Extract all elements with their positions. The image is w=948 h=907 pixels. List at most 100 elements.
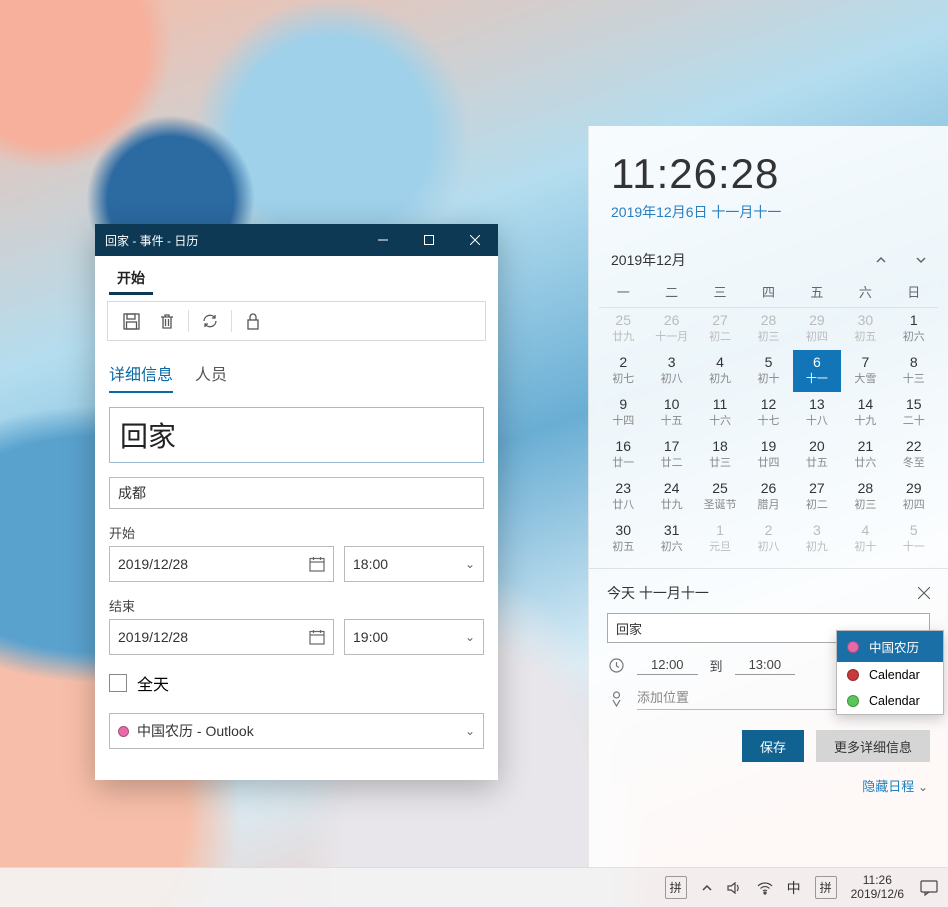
calendar-day[interactable]: 4初十 [841, 518, 889, 560]
save-icon[interactable] [114, 304, 148, 338]
close-button[interactable] [452, 224, 498, 256]
calendar-day[interactable]: 6十一 [793, 350, 841, 392]
tray-overflow-button[interactable] [701, 882, 713, 894]
toolbar [107, 301, 486, 341]
calendar-day[interactable]: 5十一 [890, 518, 938, 560]
wifi-icon[interactable] [757, 881, 773, 895]
calendar-day[interactable]: 31初六 [647, 518, 695, 560]
calendar-day[interactable]: 1元旦 [696, 518, 744, 560]
ime-indicator[interactable]: 拼 [665, 876, 687, 899]
calendar-day[interactable]: 26腊月 [744, 476, 792, 518]
calendar-day[interactable]: 11十六 [696, 392, 744, 434]
weekday-label: 一 [599, 282, 647, 301]
calendar-day[interactable]: 8十三 [890, 350, 938, 392]
calendar-day[interactable]: 16廿一 [599, 434, 647, 476]
calendar-menu-item[interactable]: Calendar [837, 662, 943, 688]
flyout-time: 11:26:28 [589, 126, 948, 198]
calendar-day[interactable]: 2初八 [744, 518, 792, 560]
calendar-day[interactable]: 29初四 [890, 476, 938, 518]
flyout-date[interactable]: 2019年12月6日 十一月十一 [589, 198, 948, 222]
refresh-icon[interactable] [193, 304, 227, 338]
calendar-day[interactable]: 27初二 [793, 476, 841, 518]
ime-mode[interactable]: 拼 [815, 876, 837, 899]
next-month-button[interactable] [914, 253, 928, 267]
titlebar[interactable]: 回家 - 事件 - 日历 [95, 224, 498, 256]
calendar-day[interactable]: 9十四 [599, 392, 647, 434]
calendar-day[interactable]: 29初四 [793, 308, 841, 350]
start-date-picker[interactable]: 2019/12/28 [109, 546, 334, 582]
calendar-day[interactable]: 14十九 [841, 392, 889, 434]
calendar-grid: 25廿九26十一月27初二28初三29初四30初五1初六2初七3初八4初九5初十… [599, 307, 938, 560]
calendar-menu-item[interactable]: Calendar [837, 688, 943, 714]
calendar-day[interactable]: 5初十 [744, 350, 792, 392]
calendar-day[interactable]: 23廿八 [599, 476, 647, 518]
calendar-day[interactable]: 1初六 [890, 308, 938, 350]
volume-icon[interactable] [727, 881, 743, 895]
ribbon-tab-home[interactable]: 开始 [95, 256, 498, 295]
taskbar-clock[interactable]: 11:26 2019/12/6 [851, 874, 904, 902]
calendar-day[interactable]: 30初五 [599, 518, 647, 560]
calendar-day[interactable]: 20廿五 [793, 434, 841, 476]
allday-checkbox[interactable] [109, 674, 127, 692]
agenda-end-time[interactable]: 13:00 [735, 655, 796, 675]
dialog-tabs: 详细信息 人员 [95, 341, 498, 393]
tab-details[interactable]: 详细信息 [109, 361, 173, 393]
calendar-day[interactable]: 13十八 [793, 392, 841, 434]
prev-month-button[interactable] [874, 253, 888, 267]
calendar-day[interactable]: 4初九 [696, 350, 744, 392]
location-icon [607, 691, 625, 707]
event-title-input[interactable] [109, 407, 484, 463]
system-tray: 拼 中 拼 11:26 2019/12/6 [665, 874, 940, 902]
action-center-icon[interactable] [918, 877, 940, 899]
month-label[interactable]: 2019年12月 [611, 250, 686, 270]
toolbar-separator [231, 310, 232, 332]
event-location-input[interactable] [109, 477, 484, 509]
calendar-day[interactable]: 25廿九 [599, 308, 647, 350]
end-date-picker[interactable]: 2019/12/28 [109, 619, 334, 655]
calendar-day[interactable]: 3初九 [793, 518, 841, 560]
event-dialog: 回家 - 事件 - 日历 开始 详细信息 人员 开始 2019/12/28 18… [95, 224, 498, 780]
calendar-day[interactable]: 30初五 [841, 308, 889, 350]
calendar-day[interactable]: 22冬至 [890, 434, 938, 476]
chevron-down-icon: ⌄ [465, 724, 475, 738]
calendar-day[interactable]: 25圣诞节 [696, 476, 744, 518]
agenda-start-time[interactable]: 12:00 [637, 655, 698, 675]
calendar-day[interactable]: 15二十 [890, 392, 938, 434]
calendar-color-dot [118, 726, 129, 737]
ime-lang[interactable]: 中 [787, 878, 801, 898]
calendar-day[interactable]: 12十七 [744, 392, 792, 434]
lock-icon[interactable] [236, 304, 270, 338]
allday-label: 全天 [137, 671, 169, 695]
calendar-select[interactable]: 中国农历 - Outlook ⌄ [109, 713, 484, 749]
weekday-label: 二 [647, 282, 695, 301]
more-details-button[interactable]: 更多详细信息 [816, 730, 930, 762]
minimize-button[interactable] [360, 224, 406, 256]
agenda-close-button[interactable] [918, 587, 930, 599]
weekday-label: 五 [793, 282, 841, 301]
calendar-day[interactable]: 27初二 [696, 308, 744, 350]
calendar-day[interactable]: 19廿四 [744, 434, 792, 476]
calendar-day[interactable]: 7大雪 [841, 350, 889, 392]
chevron-down-icon: ⌄ [465, 557, 475, 571]
maximize-button[interactable] [406, 224, 452, 256]
calendar-day[interactable]: 10十五 [647, 392, 695, 434]
calendar-day[interactable]: 24廿九 [647, 476, 695, 518]
tab-people[interactable]: 人员 [195, 361, 227, 393]
calendar-day[interactable]: 17廿二 [647, 434, 695, 476]
calendar-day[interactable]: 28初三 [841, 476, 889, 518]
calendar-day[interactable]: 2初七 [599, 350, 647, 392]
calendar-menu-item[interactable]: 中国农历 [837, 631, 943, 662]
calendar-day[interactable]: 3初八 [647, 350, 695, 392]
calendar-day[interactable]: 26十一月 [647, 308, 695, 350]
save-button[interactable]: 保存 [742, 730, 804, 762]
end-time-picker[interactable]: 19:00 ⌄ [344, 619, 484, 655]
hide-agenda-link[interactable]: 隐藏日程 ⌄ [589, 762, 948, 795]
weekday-label: 六 [841, 282, 889, 301]
calendar-day[interactable]: 18廿三 [696, 434, 744, 476]
start-time-picker[interactable]: 18:00 ⌄ [344, 546, 484, 582]
calendar-day[interactable]: 21廿六 [841, 434, 889, 476]
delete-icon[interactable] [150, 304, 184, 338]
end-label: 结束 [109, 596, 484, 615]
calendar-day[interactable]: 28初三 [744, 308, 792, 350]
weekday-label: 四 [744, 282, 792, 301]
